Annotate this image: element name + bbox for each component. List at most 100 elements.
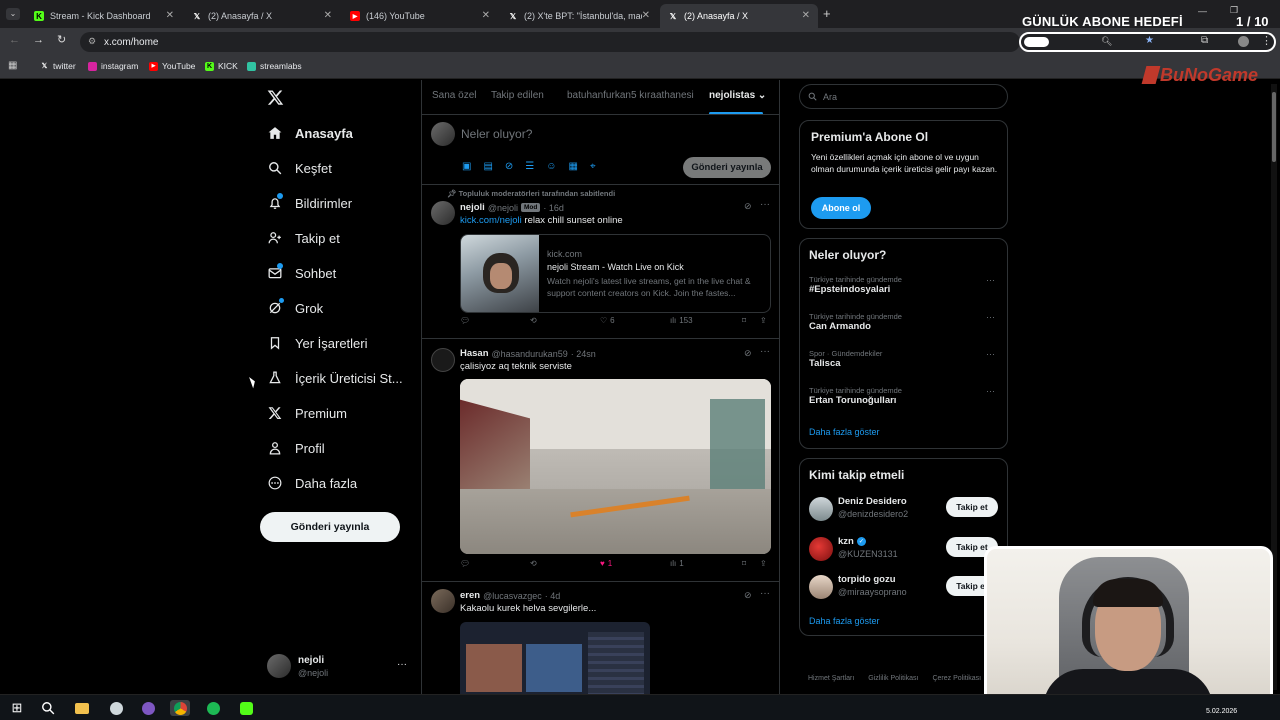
- trend-item[interactable]: Türkiye tarihinde gündemde Ertan Torunoğ…: [809, 386, 999, 406]
- new-tab-button[interactable]: +: [823, 6, 831, 21]
- nav-premium[interactable]: Premium: [268, 401, 347, 425]
- composer-post-button[interactable]: Gönderi yayınla: [683, 157, 771, 178]
- bookmark-instagram[interactable]: instagram: [88, 61, 138, 71]
- tab-search-button[interactable]: ⌄: [6, 8, 20, 20]
- close-tab-icon[interactable]: ✕: [324, 10, 332, 21]
- trend-more-icon[interactable]: ···: [986, 349, 995, 359]
- footer-link[interactable]: Hizmet Şartları: [808, 675, 854, 682]
- account-switcher[interactable]: nejoli @nejoli ···: [267, 654, 409, 682]
- bookmark-kick[interactable]: K KICK: [205, 61, 238, 71]
- chrome-icon[interactable]: [170, 700, 190, 716]
- nav-more[interactable]: Daha fazla: [268, 471, 357, 495]
- trend-more-icon[interactable]: ···: [986, 275, 995, 285]
- poll-icon[interactable]: ☰: [525, 161, 534, 172]
- grok-icon[interactable]: ⊘: [505, 161, 513, 172]
- site-info-icon[interactable]: ⚙: [88, 36, 96, 47]
- post-image[interactable]: [460, 379, 771, 554]
- bookmark-twitter[interactable]: 𝕏twitter: [40, 61, 76, 71]
- tab-batuhanfurkan5[interactable]: batuhanfurkan5 kıraathanesi: [567, 90, 694, 101]
- window-restore-icon[interactable]: ❐: [1230, 5, 1238, 16]
- nav-creator-studio[interactable]: İçerik Üreticisi St...: [268, 366, 403, 390]
- post-author-handle[interactable]: @nejoli: [488, 203, 518, 213]
- trend-more-icon[interactable]: ···: [986, 312, 995, 322]
- nav-chat[interactable]: Sohbet: [268, 261, 336, 285]
- close-tab-icon[interactable]: ✕: [482, 10, 490, 21]
- extensions-icon[interactable]: ⧉: [1201, 35, 1208, 46]
- post-grok-icon[interactable]: ⊘: [744, 348, 752, 359]
- browser-tab-kick[interactable]: K Stream - Kick Dashboard ✕: [26, 4, 182, 28]
- close-tab-icon[interactable]: ✕: [642, 10, 650, 21]
- nav-home[interactable]: Anasayfa: [268, 121, 353, 145]
- post-button[interactable]: Gönderi yayınla: [260, 512, 400, 542]
- bookmark-icon[interactable]: ⌑: [742, 316, 746, 325]
- nav-bookmarks[interactable]: Yer İşaretleri: [268, 331, 368, 355]
- taskbar-search-icon[interactable]: [40, 700, 56, 716]
- profile-avatar-icon[interactable]: [1238, 36, 1249, 47]
- nav-grok[interactable]: Grok: [268, 296, 323, 320]
- back-icon[interactable]: ←: [9, 34, 20, 46]
- close-tab-icon[interactable]: ✕: [802, 10, 810, 21]
- trend-item[interactable]: Türkiye tarihinde gündemde Can Armando ·…: [809, 312, 999, 332]
- nav-profile[interactable]: Profil: [268, 436, 325, 460]
- reload-icon[interactable]: ↻: [57, 33, 66, 46]
- gif-icon[interactable]: ▤: [483, 161, 492, 172]
- post-author-name[interactable]: eren: [460, 590, 480, 601]
- scrollbar-thumb[interactable]: [1272, 92, 1276, 162]
- apps-icon[interactable]: ▦: [8, 60, 17, 71]
- repost-icon[interactable]: ⟲: [530, 316, 537, 325]
- footer-link[interactable]: Gizlilik Politikası: [868, 675, 918, 682]
- like-button[interactable]: ♥ 1: [600, 559, 612, 568]
- file-explorer-icon[interactable]: [74, 700, 90, 716]
- browser-tab-x-home-active[interactable]: 𝕏 (2) Anasayfa / X ✕: [660, 4, 818, 28]
- post-time[interactable]: · 4d: [545, 591, 561, 601]
- image-icon[interactable]: ▣: [462, 161, 471, 172]
- post-author-handle[interactable]: @hasandurukan59: [492, 349, 568, 359]
- post-grok-icon[interactable]: ⊘: [744, 590, 752, 601]
- reply-icon[interactable]: 💬︎: [460, 316, 470, 325]
- address-bar[interactable]: ⚙ x.com/home: [80, 32, 1020, 52]
- system-clock-date[interactable]: 5.02.2026: [1206, 708, 1237, 715]
- forward-icon[interactable]: →: [33, 34, 44, 46]
- trend-more-icon[interactable]: ···: [986, 386, 995, 396]
- footer-link[interactable]: Çerez Politikası: [932, 675, 981, 682]
- post-image[interactable]: [460, 622, 650, 694]
- avatar[interactable]: [431, 201, 455, 225]
- post-author-name[interactable]: Hasan: [460, 348, 489, 359]
- views-button[interactable]: ılı 153: [670, 316, 693, 325]
- composer-input[interactable]: Neler oluyor?: [461, 127, 532, 141]
- browser-tab-youtube[interactable]: ▶ (146) YouTube ✕: [342, 4, 498, 28]
- trend-item[interactable]: Türkiye tarihinde gündemde #Epsteindosya…: [809, 275, 999, 295]
- windows-start-icon[interactable]: ⊞: [9, 700, 25, 716]
- post-more-icon[interactable]: ···: [760, 588, 770, 599]
- nav-explore[interactable]: Keşfet: [268, 156, 332, 180]
- tab-for-you[interactable]: Sana özel: [432, 90, 476, 101]
- schedule-icon[interactable]: ▦: [568, 161, 577, 172]
- link-card[interactable]: kick.com nejoli Stream - Watch Live on K…: [460, 234, 771, 313]
- spotify-icon[interactable]: [205, 700, 221, 716]
- share-icon[interactable]: ⇪: [760, 316, 767, 325]
- nav-follow[interactable]: Takip et: [268, 226, 340, 250]
- views-button[interactable]: ılı 1: [670, 559, 684, 568]
- avatar[interactable]: [431, 348, 455, 372]
- post-time[interactable]: · 16d: [543, 203, 564, 213]
- browser-tab-x-home[interactable]: 𝕏 (2) Anasayfa / X ✕: [184, 4, 340, 28]
- bookmark-icon[interactable]: ⌑: [742, 559, 746, 568]
- nav-notifications[interactable]: Bildirimler: [268, 191, 352, 215]
- repost-icon[interactable]: ⟲: [530, 559, 537, 568]
- trend-item[interactable]: Spor · Gündemdekiler Talisca ···: [809, 349, 999, 369]
- window-minimize-icon[interactable]: —: [1198, 6, 1207, 16]
- tab-following[interactable]: Takip edilen: [491, 90, 544, 101]
- obs-icon[interactable]: [108, 700, 124, 716]
- post-more-icon[interactable]: ···: [760, 346, 770, 357]
- follow-button[interactable]: Takip et: [946, 497, 998, 517]
- close-tab-icon[interactable]: ✕: [166, 10, 174, 21]
- bookmark-streamlabs[interactable]: streamlabs: [247, 61, 302, 71]
- post-time[interactable]: · 24sn: [571, 349, 596, 359]
- browser-tab-x-post[interactable]: 𝕏 (2) X'te BPT: "İstanbul'da, madd ✕: [500, 4, 658, 28]
- post-grok-icon[interactable]: ⊘: [744, 201, 752, 212]
- tab-nejolistas[interactable]: nejolistas ⌄: [709, 90, 766, 101]
- kick-app-icon[interactable]: [238, 700, 254, 716]
- location-icon[interactable]: ⌖: [590, 161, 596, 172]
- like-button[interactable]: ♡ 6: [600, 316, 615, 325]
- app-icon[interactable]: [140, 700, 156, 716]
